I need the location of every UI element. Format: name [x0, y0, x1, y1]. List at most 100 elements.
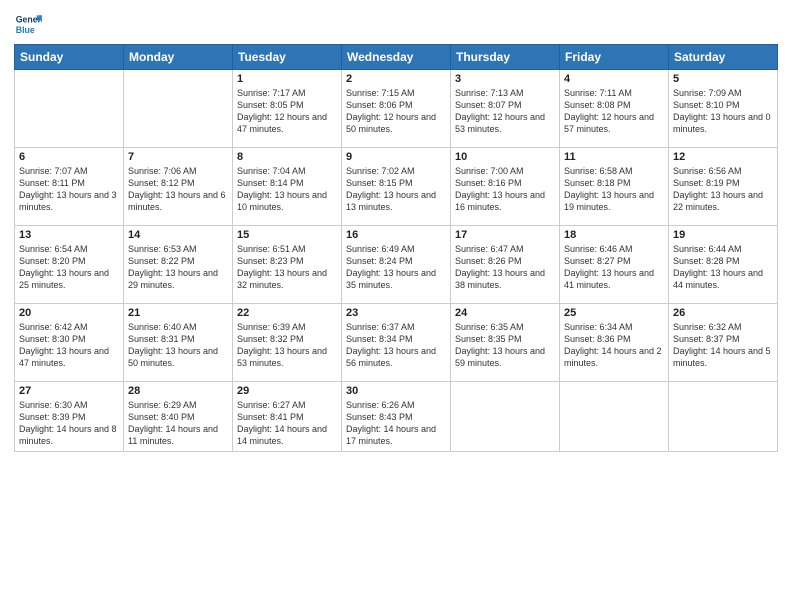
day-number: 1: [237, 73, 337, 85]
day-info: Sunrise: 6:27 AM Sunset: 8:41 PM Dayligh…: [237, 399, 337, 448]
weekday-header-tuesday: Tuesday: [233, 45, 342, 70]
day-number: 24: [455, 307, 555, 319]
calendar-cell: 17Sunrise: 6:47 AM Sunset: 8:26 PM Dayli…: [451, 226, 560, 304]
calendar-cell: 1 Sunrise: 7:17 AM Sunset: 8:05 PM Daylig…: [233, 70, 342, 148]
day-info: Sunrise: 6:44 AM Sunset: 8:28 PM Dayligh…: [673, 243, 773, 292]
calendar-cell: 19 Sunrise: 6:44 AM Sunset: 8:28 PM Dayli…: [669, 226, 778, 304]
calendar-cell: 5 Sunrise: 7:09 AM Sunset: 8:10 PM Daylig…: [669, 70, 778, 148]
calendar-cell: 14Sunrise: 6:53 AM Sunset: 8:22 PM Dayli…: [124, 226, 233, 304]
day-info: Sunrise: 6:51 AM Sunset: 8:23 PM Dayligh…: [237, 243, 337, 292]
page-header: General Blue: [14, 10, 778, 38]
calendar-body: 1 Sunrise: 7:17 AM Sunset: 8:05 PM Daylig…: [15, 70, 778, 452]
day-number: 9: [346, 151, 446, 163]
calendar-cell: [451, 382, 560, 452]
day-info: Sunrise: 6:54 AM Sunset: 8:20 PM Dayligh…: [19, 243, 119, 292]
day-info: Sunrise: 7:15 AM Sunset: 8:06 PM Dayligh…: [346, 87, 446, 136]
calendar-cell: 3 Sunrise: 7:13 AM Sunset: 8:07 PM Daylig…: [451, 70, 560, 148]
weekday-header-thursday: Thursday: [451, 45, 560, 70]
weekday-header-row: SundayMondayTuesdayWednesdayThursdayFrid…: [15, 45, 778, 70]
calendar-cell: 16 Sunrise: 6:49 AM Sunset: 8:24 PM Dayli…: [342, 226, 451, 304]
calendar-cell: 13 Sunrise: 6:54 AM Sunset: 8:20 PM Dayli…: [15, 226, 124, 304]
day-number: 27: [19, 385, 119, 397]
calendar-cell: 10Sunrise: 7:00 AM Sunset: 8:16 PM Dayli…: [451, 148, 560, 226]
logo: General Blue: [14, 10, 46, 38]
day-info: Sunrise: 6:30 AM Sunset: 8:39 PM Dayligh…: [19, 399, 119, 448]
day-number: 18: [564, 229, 664, 241]
day-number: 21: [128, 307, 228, 319]
calendar-cell: 26 Sunrise: 6:32 AM Sunset: 8:37 PM Dayli…: [669, 304, 778, 382]
calendar-cell: 21 Sunrise: 6:40 AM Sunset: 8:31 PM Dayli…: [124, 304, 233, 382]
calendar-cell: 27 Sunrise: 6:30 AM Sunset: 8:39 PM Dayli…: [15, 382, 124, 452]
day-info: Sunrise: 7:04 AM Sunset: 8:14 PM Dayligh…: [237, 165, 337, 214]
day-info: Sunrise: 7:09 AM Sunset: 8:10 PM Dayligh…: [673, 87, 773, 136]
day-number: 17: [455, 229, 555, 241]
calendar-cell: 20Sunrise: 6:42 AM Sunset: 8:30 PM Dayli…: [15, 304, 124, 382]
day-info: Sunrise: 6:29 AM Sunset: 8:40 PM Dayligh…: [128, 399, 228, 448]
day-info: Sunrise: 6:40 AM Sunset: 8:31 PM Dayligh…: [128, 321, 228, 370]
day-info: Sunrise: 6:35 AM Sunset: 8:35 PM Dayligh…: [455, 321, 555, 370]
day-number: 2: [346, 73, 446, 85]
calendar-week-4: 20Sunrise: 6:42 AM Sunset: 8:30 PM Dayli…: [15, 304, 778, 382]
calendar-cell: 15 Sunrise: 6:51 AM Sunset: 8:23 PM Dayli…: [233, 226, 342, 304]
day-info: Sunrise: 7:13 AM Sunset: 8:07 PM Dayligh…: [455, 87, 555, 136]
calendar-week-2: 6 Sunrise: 7:07 AM Sunset: 8:11 PM Daylig…: [15, 148, 778, 226]
svg-text:Blue: Blue: [16, 25, 35, 35]
calendar-cell: 25 Sunrise: 6:34 AM Sunset: 8:36 PM Dayli…: [560, 304, 669, 382]
calendar-cell: [560, 382, 669, 452]
day-info: Sunrise: 7:11 AM Sunset: 8:08 PM Dayligh…: [564, 87, 664, 136]
day-info: Sunrise: 7:02 AM Sunset: 8:15 PM Dayligh…: [346, 165, 446, 214]
calendar-cell: [669, 382, 778, 452]
day-number: 8: [237, 151, 337, 163]
calendar-cell: [124, 70, 233, 148]
calendar-cell: 8 Sunrise: 7:04 AM Sunset: 8:14 PM Daylig…: [233, 148, 342, 226]
day-number: 22: [237, 307, 337, 319]
day-number: 30: [346, 385, 446, 397]
day-number: 25: [564, 307, 664, 319]
day-info: Sunrise: 6:58 AM Sunset: 8:18 PM Dayligh…: [564, 165, 664, 214]
day-info: Sunrise: 6:42 AM Sunset: 8:30 PM Dayligh…: [19, 321, 119, 370]
calendar-cell: 22 Sunrise: 6:39 AM Sunset: 8:32 PM Dayli…: [233, 304, 342, 382]
day-number: 19: [673, 229, 773, 241]
day-info: Sunrise: 6:49 AM Sunset: 8:24 PM Dayligh…: [346, 243, 446, 292]
day-number: 10: [455, 151, 555, 163]
calendar-week-1: 1 Sunrise: 7:17 AM Sunset: 8:05 PM Daylig…: [15, 70, 778, 148]
calendar-cell: 7 Sunrise: 7:06 AM Sunset: 8:12 PM Daylig…: [124, 148, 233, 226]
day-number: 15: [237, 229, 337, 241]
day-info: Sunrise: 6:56 AM Sunset: 8:19 PM Dayligh…: [673, 165, 773, 214]
day-number: 4: [564, 73, 664, 85]
day-number: 11: [564, 151, 664, 163]
day-number: 13: [19, 229, 119, 241]
weekday-header-sunday: Sunday: [15, 45, 124, 70]
calendar-cell: 2 Sunrise: 7:15 AM Sunset: 8:06 PM Daylig…: [342, 70, 451, 148]
day-number: 26: [673, 307, 773, 319]
calendar-cell: [15, 70, 124, 148]
day-number: 16: [346, 229, 446, 241]
calendar-cell: 23 Sunrise: 6:37 AM Sunset: 8:34 PM Dayli…: [342, 304, 451, 382]
weekday-header-wednesday: Wednesday: [342, 45, 451, 70]
calendar-cell: 29Sunrise: 6:27 AM Sunset: 8:41 PM Dayli…: [233, 382, 342, 452]
day-info: Sunrise: 6:37 AM Sunset: 8:34 PM Dayligh…: [346, 321, 446, 370]
day-number: 28: [128, 385, 228, 397]
day-info: Sunrise: 6:46 AM Sunset: 8:27 PM Dayligh…: [564, 243, 664, 292]
day-info: Sunrise: 6:32 AM Sunset: 8:37 PM Dayligh…: [673, 321, 773, 370]
day-info: Sunrise: 6:34 AM Sunset: 8:36 PM Dayligh…: [564, 321, 664, 370]
calendar-cell: 6 Sunrise: 7:07 AM Sunset: 8:11 PM Daylig…: [15, 148, 124, 226]
calendar-cell: 11 Sunrise: 6:58 AM Sunset: 8:18 PM Dayli…: [560, 148, 669, 226]
day-number: 14: [128, 229, 228, 241]
day-number: 12: [673, 151, 773, 163]
day-number: 7: [128, 151, 228, 163]
day-info: Sunrise: 7:07 AM Sunset: 8:11 PM Dayligh…: [19, 165, 119, 214]
day-info: Sunrise: 7:06 AM Sunset: 8:12 PM Dayligh…: [128, 165, 228, 214]
calendar-cell: 9 Sunrise: 7:02 AM Sunset: 8:15 PM Daylig…: [342, 148, 451, 226]
calendar-cell: 12 Sunrise: 6:56 AM Sunset: 8:19 PM Dayli…: [669, 148, 778, 226]
day-number: 3: [455, 73, 555, 85]
day-info: Sunrise: 7:17 AM Sunset: 8:05 PM Dayligh…: [237, 87, 337, 136]
day-number: 23: [346, 307, 446, 319]
day-info: Sunrise: 6:39 AM Sunset: 8:32 PM Dayligh…: [237, 321, 337, 370]
day-number: 6: [19, 151, 119, 163]
weekday-header-friday: Friday: [560, 45, 669, 70]
calendar-cell: 18 Sunrise: 6:46 AM Sunset: 8:27 PM Dayli…: [560, 226, 669, 304]
calendar-table: SundayMondayTuesdayWednesdayThursdayFrid…: [14, 44, 778, 452]
day-number: 5: [673, 73, 773, 85]
calendar-cell: 4 Sunrise: 7:11 AM Sunset: 8:08 PM Daylig…: [560, 70, 669, 148]
